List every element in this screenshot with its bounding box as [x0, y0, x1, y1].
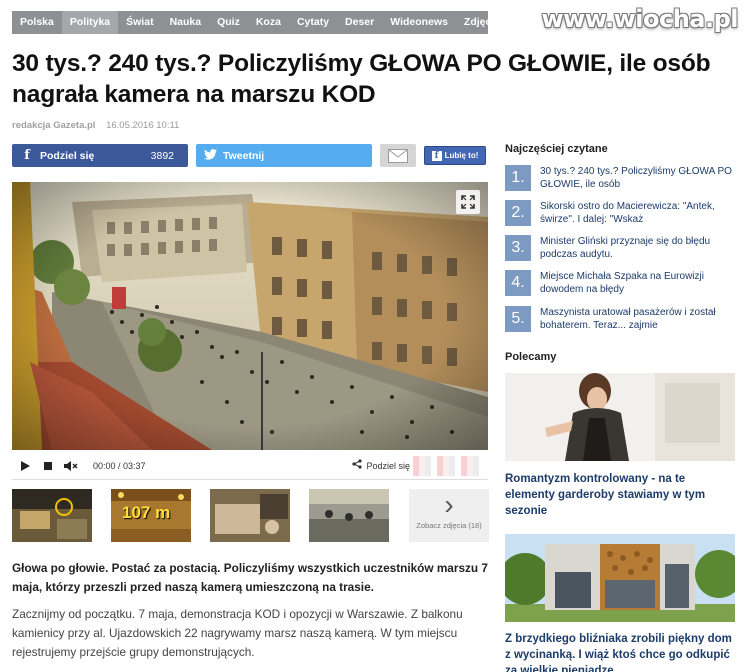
- promo-photo: [505, 373, 735, 461]
- facebook-like-icon: f: [431, 150, 442, 161]
- facebook-share-count: 3892: [150, 149, 174, 162]
- stop-icon: [44, 461, 52, 470]
- play-button[interactable]: [15, 456, 35, 476]
- article-lead: Głowa po głowie. Postać za postacią. Pol…: [12, 561, 488, 594]
- nav-item-deser[interactable]: Deser: [337, 11, 382, 34]
- gallery-thumbnail[interactable]: 107 m: [111, 489, 191, 542]
- most-read-link[interactable]: Maszynista uratował pasażerów i został b…: [540, 306, 745, 336]
- article-date: 16.05.2016 10:11: [106, 120, 180, 131]
- twitter-share-label: Tweetnij: [223, 149, 265, 162]
- nav-item-polityka[interactable]: Polityka: [61, 11, 119, 34]
- thumbnail-image: [309, 489, 389, 542]
- most-read-item[interactable]: 1. 30 tys.? 240 tys.? Policzyliśmy GŁOWA…: [505, 165, 745, 195]
- most-read-link[interactable]: Minister Gliński przyznaje się do błędu …: [540, 235, 745, 265]
- article-meta: redakcja Gazeta.pl 16.05.2016 10:11: [12, 120, 179, 131]
- rank-badge: 1.: [505, 165, 531, 191]
- most-read-link[interactable]: Sikorski ostro do Macierewicza: "Antek, …: [540, 200, 745, 230]
- share-icon: [352, 459, 363, 472]
- play-icon: [20, 460, 30, 471]
- mail-icon: [388, 148, 408, 163]
- nav-item-quiz[interactable]: Quiz: [209, 11, 248, 34]
- most-read-link[interactable]: 30 tys.? 240 tys.? Policzyliśmy GŁOWA PO…: [540, 165, 745, 195]
- facebook-share-button[interactable]: f Podziel się 3892: [12, 144, 188, 167]
- gallery-thumbnail[interactable]: [210, 489, 290, 542]
- video-time: 00:00 / 03:37: [93, 460, 146, 471]
- section-nav: Polska Polityka Świat Nauka Quiz Koza Cytaty De…: [12, 11, 500, 34]
- most-read-item[interactable]: 2. Sikorski ostro do Macierewicza: "Ante…: [505, 200, 745, 230]
- fullscreen-icon: [461, 195, 475, 209]
- most-read-item[interactable]: 4. Miejsce Michała Szpaka na Eurowizji d…: [505, 270, 745, 300]
- rank-badge: 2.: [505, 200, 531, 226]
- most-read-link[interactable]: Miejsce Michała Szpaka na Eurowizji dowo…: [540, 270, 745, 300]
- article-author[interactable]: redakcja Gazeta.pl: [12, 120, 95, 131]
- facebook-like-button[interactable]: f Lubię to!: [424, 146, 486, 165]
- promo-link-fashion[interactable]: Romantyzm kontrolowany - na te elementy …: [505, 471, 737, 519]
- speaker-muted-icon: [64, 460, 78, 471]
- video-player[interactable]: [12, 182, 488, 450]
- nav-item-nauka[interactable]: Nauka: [162, 11, 210, 34]
- site-watermark: www.wiocha.pl: [541, 5, 738, 33]
- rank-badge: 3.: [505, 235, 531, 261]
- promo-image-fashion[interactable]: [505, 373, 735, 461]
- most-read-item[interactable]: 5. Maszynista uratował pasażerów i zosta…: [505, 306, 745, 336]
- nav-item-wideonews[interactable]: Wideonews: [382, 11, 456, 34]
- thumbnail-image: [12, 489, 92, 542]
- video-controls: 00:00 / 03:37 Podziel się: [12, 452, 488, 480]
- promo-link-house[interactable]: Z brzydkiego bliźniaka zrobili piękny do…: [505, 631, 737, 672]
- nav-item-cytaty[interactable]: Cytaty: [289, 11, 337, 34]
- promo-image-house[interactable]: [505, 534, 735, 622]
- twitter-share-button[interactable]: Tweetnij: [196, 144, 372, 167]
- article-title: 30 tys.? 240 tys.? Policzyliśmy GŁOWA PO…: [12, 50, 711, 108]
- facebook-share-label: Podziel się: [40, 149, 95, 162]
- rank-badge: 5.: [505, 306, 531, 332]
- mute-button[interactable]: [61, 456, 81, 476]
- fullscreen-button[interactable]: [456, 190, 480, 214]
- recommended-title: Polecamy: [505, 351, 557, 363]
- more-photos-button[interactable]: › Zobacz zdjęcia (18): [409, 489, 489, 542]
- facebook-like-label: Lubię to!: [444, 151, 479, 160]
- promo-photo: [505, 534, 735, 622]
- stop-button[interactable]: [38, 456, 58, 476]
- video-share-button[interactable]: Podziel się: [352, 459, 410, 472]
- video-share-label: Podziel się: [366, 460, 410, 471]
- gallery-thumbnail[interactable]: [309, 489, 389, 542]
- thumbnail-distance-label: 107 m: [122, 503, 171, 522]
- nav-item-polska[interactable]: Polska: [12, 11, 62, 34]
- gallery-thumbnail[interactable]: [12, 489, 92, 542]
- most-read-title: Najczęściej czytane: [505, 143, 608, 155]
- email-share-button[interactable]: [380, 144, 416, 167]
- most-read-item[interactable]: 3. Minister Gliński przyznaje się do błę…: [505, 235, 745, 265]
- thumbnail-image: [210, 489, 290, 542]
- video-frame-street-scene: [12, 182, 488, 450]
- rank-badge: 4.: [505, 270, 531, 296]
- pixelated-overlay: [413, 456, 485, 476]
- article-body: Zacznijmy od początku. 7 maja, demonstra…: [12, 607, 463, 659]
- nav-item-zdjęcia[interactable]: Zdjęcia: [456, 11, 508, 34]
- nav-item-koza[interactable]: Koza: [248, 11, 289, 34]
- nav-item-świat[interactable]: Świat: [118, 11, 161, 34]
- facebook-icon: f: [24, 148, 30, 163]
- more-photos-label: Zobacz zdjęcia (18): [416, 521, 482, 530]
- chevron-right-icon: ›: [444, 489, 454, 520]
- twitter-icon: [204, 148, 217, 163]
